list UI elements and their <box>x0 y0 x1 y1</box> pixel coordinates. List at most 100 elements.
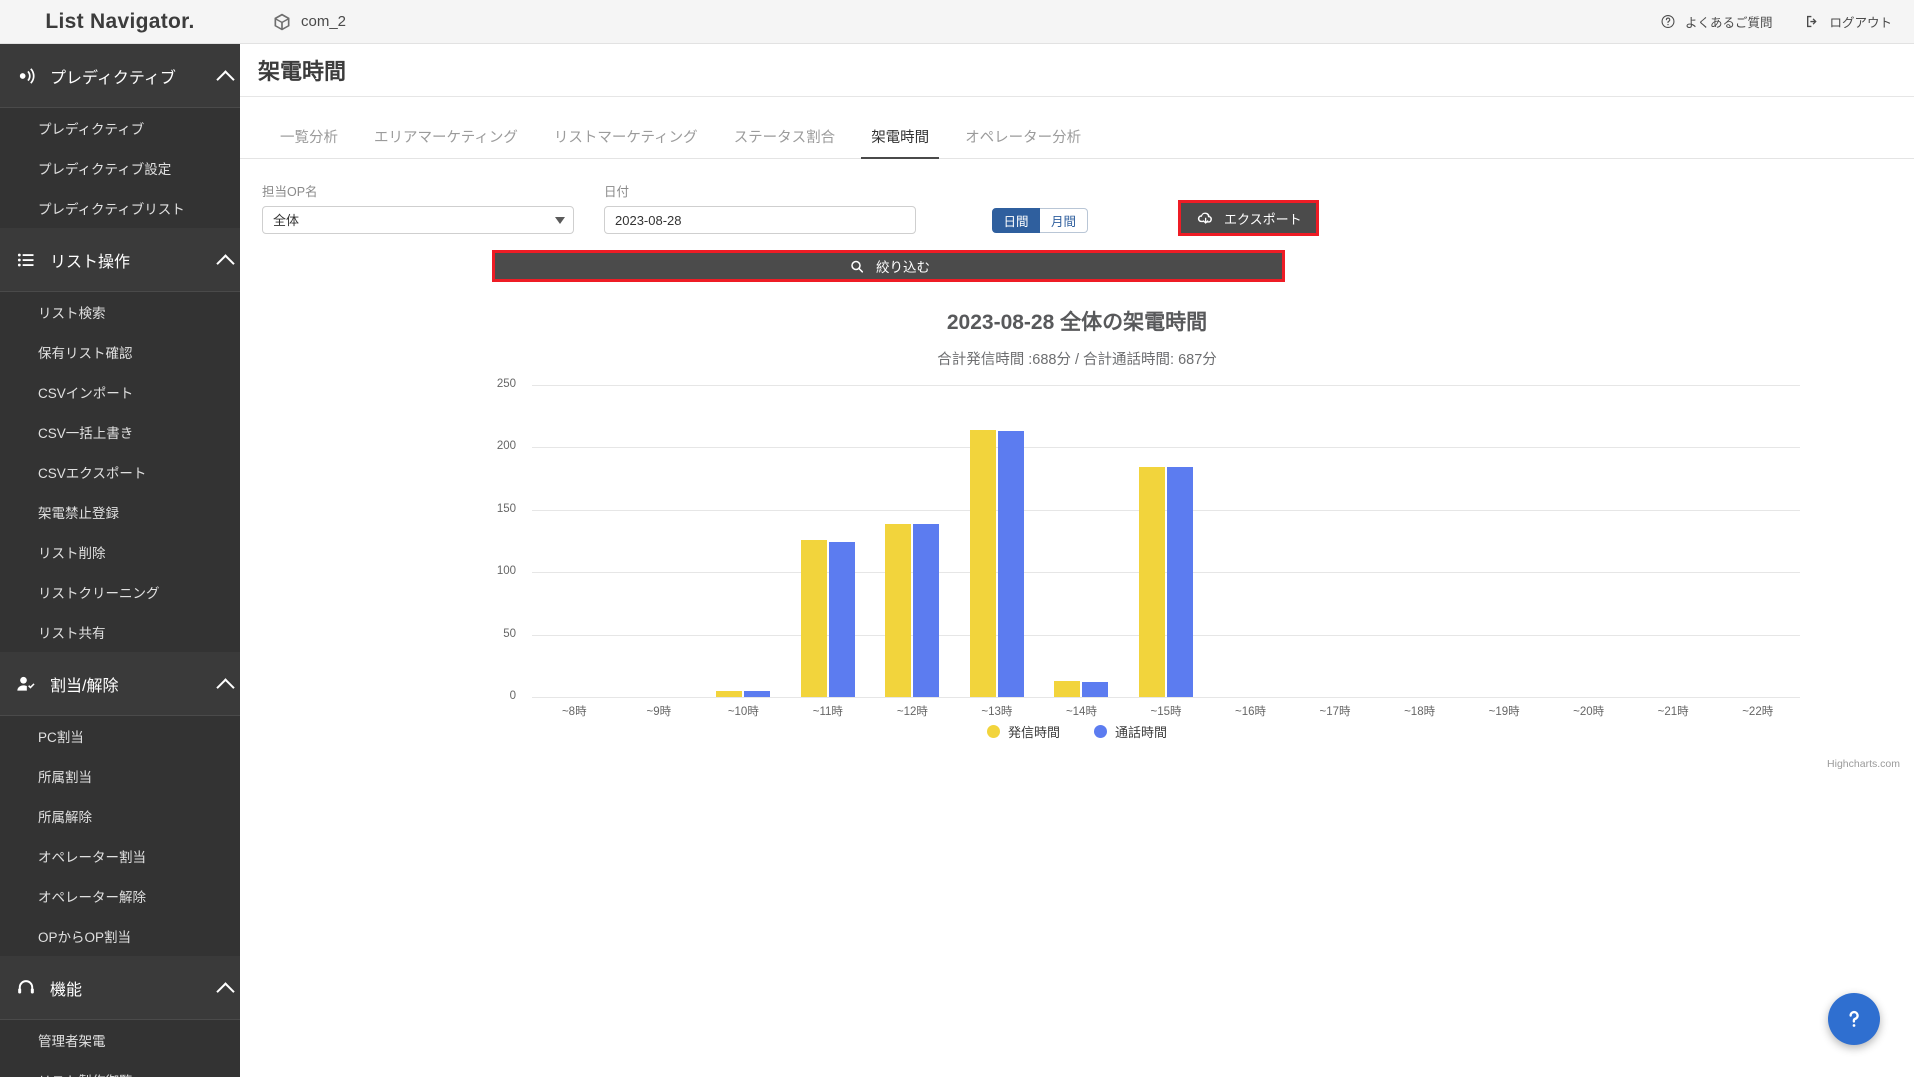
chart-subtitle: 合計発信時間 :688分 / 合計通話時間: 687分 <box>240 336 1914 369</box>
sidebar-group-predictive[interactable]: プレディクティブ <box>0 44 240 108</box>
filter-button[interactable]: 絞り込む <box>495 253 1282 279</box>
sidebar-group-assignment[interactable]: 割当/解除 <box>0 652 240 716</box>
chart-bar[interactable] <box>970 430 996 697</box>
chart-bar-group[interactable] <box>1224 385 1278 697</box>
segment-monthly[interactable]: 月間 <box>1040 208 1088 233</box>
legend-item-outgoing[interactable]: 発信時間 <box>987 722 1060 741</box>
chart-bar-group[interactable] <box>1139 385 1193 697</box>
project-selector[interactable]: com_2 <box>272 12 346 32</box>
user-check-icon <box>16 674 36 694</box>
legend-label: 通話時間 <box>1115 722 1167 741</box>
logout-link[interactable]: ログアウト <box>1802 12 1892 31</box>
tab-bar: 一覧分析 エリアマーケティング リストマーケティング ステータス割合 架電時間 … <box>240 97 1914 159</box>
tab-list-marketing[interactable]: リストマーケティング <box>536 126 716 158</box>
sidebar-item-operator-release[interactable]: オペレーター解除 <box>0 876 240 916</box>
help-button[interactable] <box>1828 993 1880 1045</box>
chart-bar-group[interactable] <box>1477 385 1531 697</box>
highcharts-credit[interactable]: Highcharts.com <box>1827 758 1900 770</box>
top-bar-actions: よくあるご質問 ログアウト <box>1658 12 1914 31</box>
chart-bar[interactable] <box>716 691 742 697</box>
chart-bar-group[interactable] <box>716 385 770 697</box>
tab-area-marketing[interactable]: エリアマーケティング <box>356 126 536 158</box>
search-icon <box>847 259 867 274</box>
period-segment-control: 日間 月間 <box>992 208 1088 233</box>
sidebar-group-functions[interactable]: 機能 <box>0 956 240 1020</box>
date-input[interactable] <box>604 206 916 234</box>
chart-bar[interactable] <box>829 542 855 697</box>
tab-overview-analysis[interactable]: 一覧分析 <box>262 126 356 158</box>
sidebar-item-call-ban-register[interactable]: 架電禁止登録 <box>0 492 240 532</box>
sidebar-item-dept-assign[interactable]: 所属割当 <box>0 756 240 796</box>
page-title: 架電時間 <box>258 54 346 86</box>
tab-call-time[interactable]: 架電時間 <box>853 126 947 158</box>
sidebar-item-pc-assign[interactable]: PC割当 <box>0 716 240 756</box>
sidebar-item-owned-list[interactable]: 保有リスト確認 <box>0 332 240 372</box>
y-axis-tick: 50 <box>456 628 516 640</box>
list-icon <box>16 250 36 270</box>
sidebar-item-csv-overwrite[interactable]: CSV一括上書き <box>0 412 240 452</box>
x-axis-tick: ~18時 <box>1375 703 1465 719</box>
chart-bar-group[interactable] <box>970 385 1024 697</box>
project-name: com_2 <box>301 13 346 30</box>
chart-bar[interactable] <box>744 691 770 697</box>
sidebar-item-op-to-op-assign[interactable]: OPからOP割当 <box>0 916 240 956</box>
app-logo: List Navigator. <box>0 0 240 44</box>
x-axis-tick: ~8時 <box>529 703 619 719</box>
chevron-up-icon <box>218 68 234 84</box>
chart-bar-group[interactable] <box>1562 385 1616 697</box>
sidebar-item-predictive-settings[interactable]: プレディクティブ設定 <box>0 148 240 188</box>
op-select[interactable]: 全体 <box>262 206 574 234</box>
chart-bar[interactable] <box>1054 681 1080 697</box>
chevron-up-icon <box>218 980 234 996</box>
chart-bar-group[interactable] <box>801 385 855 697</box>
chart-bar[interactable] <box>885 524 911 697</box>
chart-bar-group[interactable] <box>1308 385 1362 697</box>
op-field: 担当OP名 全体 <box>262 181 574 234</box>
chart-bar-group[interactable] <box>547 385 601 697</box>
x-axis-tick: ~19時 <box>1459 703 1549 719</box>
chart-bar-group[interactable] <box>885 385 939 697</box>
date-field-label: 日付 <box>604 181 916 200</box>
call-time-chart: 2023-08-28 全体の架電時間 合計発信時間 :688分 / 合計通話時間… <box>240 292 1914 852</box>
sidebar-group-list-operations[interactable]: リスト操作 <box>0 228 240 292</box>
chart-bar[interactable] <box>1167 467 1193 697</box>
sidebar-item-csv-export[interactable]: CSVエクスポート <box>0 452 240 492</box>
chart-bar[interactable] <box>913 524 939 697</box>
chart-bar[interactable] <box>1139 467 1165 697</box>
tab-operator-analysis[interactable]: オペレーター分析 <box>947 126 1099 158</box>
sidebar-item-csv-import[interactable]: CSVインポート <box>0 372 240 412</box>
sidebar-item-predictive[interactable]: プレディクティブ <box>0 108 240 148</box>
chart-bar[interactable] <box>801 540 827 697</box>
tab-status-ratio[interactable]: ステータス割合 <box>716 126 854 158</box>
sidebar-scroll-area[interactable]: プレディクティブ プレディクティブ プレディクティブ設定 プレディクティブリスト… <box>0 44 240 1077</box>
op-field-label: 担当OP名 <box>262 181 574 200</box>
chart-bar-group[interactable] <box>632 385 686 697</box>
x-axis-tick: ~15時 <box>1121 703 1211 719</box>
chart-bar-group[interactable] <box>1731 385 1785 697</box>
headset-icon <box>16 978 36 998</box>
sidebar-item-operator-assign[interactable]: オペレーター割当 <box>0 836 240 876</box>
x-axis-tick: ~9時 <box>614 703 704 719</box>
sidebar-item-list-production[interactable]: リスト製作御覧 <box>0 1060 240 1077</box>
segment-daily[interactable]: 日間 <box>992 208 1040 233</box>
sidebar-item-predictive-list[interactable]: プレディクティブリスト <box>0 188 240 228</box>
main-content: 架電時間 一覧分析 エリアマーケティング リストマーケティング ステータス割合 … <box>240 44 1914 1077</box>
sidebar-item-list-delete[interactable]: リスト削除 <box>0 532 240 572</box>
sidebar-item-list-cleaning[interactable]: リストクリーニング <box>0 572 240 612</box>
chart-bar-group[interactable] <box>1054 385 1108 697</box>
chart-gridline <box>532 697 1800 698</box>
x-axis-tick: ~14時 <box>1036 703 1126 719</box>
faq-link[interactable]: よくあるご質問 <box>1658 12 1773 31</box>
legend-item-talk[interactable]: 通話時間 <box>1094 722 1167 741</box>
sidebar-item-list-share[interactable]: リスト共有 <box>0 612 240 652</box>
x-axis-tick: ~21時 <box>1628 703 1718 719</box>
sidebar-item-admin-call[interactable]: 管理者架電 <box>0 1020 240 1060</box>
x-axis-tick: ~16時 <box>1206 703 1296 719</box>
export-button[interactable]: エクスポート <box>1181 203 1316 233</box>
sidebar-item-dept-release[interactable]: 所属解除 <box>0 796 240 836</box>
chart-bar[interactable] <box>1082 682 1108 697</box>
chart-bar-group[interactable] <box>1393 385 1447 697</box>
chart-bar[interactable] <box>998 431 1024 697</box>
sidebar-item-list-search[interactable]: リスト検索 <box>0 292 240 332</box>
chart-bar-group[interactable] <box>1646 385 1700 697</box>
